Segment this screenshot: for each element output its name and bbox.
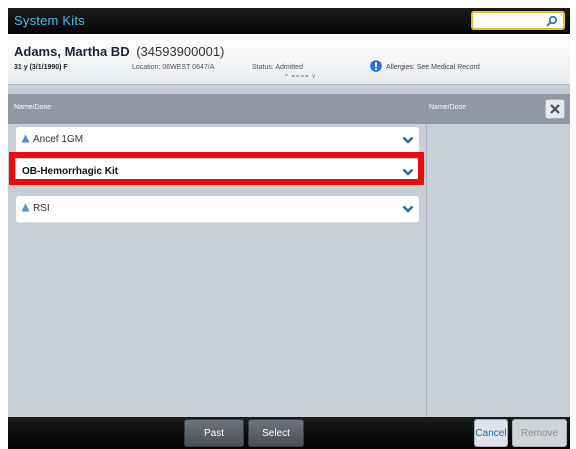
search-input[interactable] [476, 14, 550, 30]
kit-row-rsi[interactable]: RSI [16, 196, 419, 223]
kit-label: RSI [33, 203, 50, 214]
patient-status: Status: Admitted [252, 64, 303, 71]
warning-triangle-icon [21, 134, 30, 143]
bottom-toolbar: Past Removed Select Meds Cancel Remove M… [8, 417, 570, 449]
chevron-down-icon[interactable] [402, 136, 414, 144]
select-meds-button[interactable]: Select Meds [248, 419, 304, 447]
remove-med-button[interactable]: Remove Med [512, 419, 567, 447]
selection-highlight [9, 152, 424, 185]
patient-dob: 31 y (3/1/1990) F [14, 64, 68, 71]
past-removed-button[interactable]: Past Removed [184, 419, 244, 447]
cancel-button[interactable]: Cancel [474, 419, 508, 447]
patient-name-line: Adams, Martha BD (34593900001) [14, 44, 224, 59]
patient-id: (34593900001) [136, 44, 225, 59]
warning-triangle-icon [21, 203, 30, 212]
column-header-bar: Name/Dose Name/Dose [8, 94, 570, 124]
patient-location: Location: 06WEST 0647/A [132, 64, 215, 71]
patient-allergies: Allergies: See Medical Record [386, 64, 480, 71]
close-button[interactable] [545, 99, 565, 119]
search-icon[interactable] [546, 15, 558, 27]
banner-expand-toggle[interactable]: ^ ==== v [285, 74, 316, 80]
app-window: System Kits Adams, Martha BD (3459390000… [8, 8, 570, 449]
selected-meds-pane [426, 124, 570, 417]
kit-label: Ancef 1GM [33, 134, 84, 145]
title-bar: System Kits [8, 8, 570, 34]
search-box[interactable] [471, 11, 565, 30]
window-title: System Kits [14, 13, 85, 28]
patient-banner: Adams, Martha BD (34593900001) 31 y (3/1… [8, 34, 570, 85]
left-column-header: Name/Dose [14, 104, 51, 111]
chevron-down-icon[interactable] [402, 205, 414, 213]
patient-name: Adams, Martha BD [14, 44, 130, 59]
right-column-header: Name/Dose [429, 104, 466, 111]
kit-row-ancef-1gm[interactable]: Ancef 1GM [16, 127, 419, 154]
close-icon [550, 104, 560, 114]
allergy-alert-icon[interactable] [370, 60, 382, 72]
